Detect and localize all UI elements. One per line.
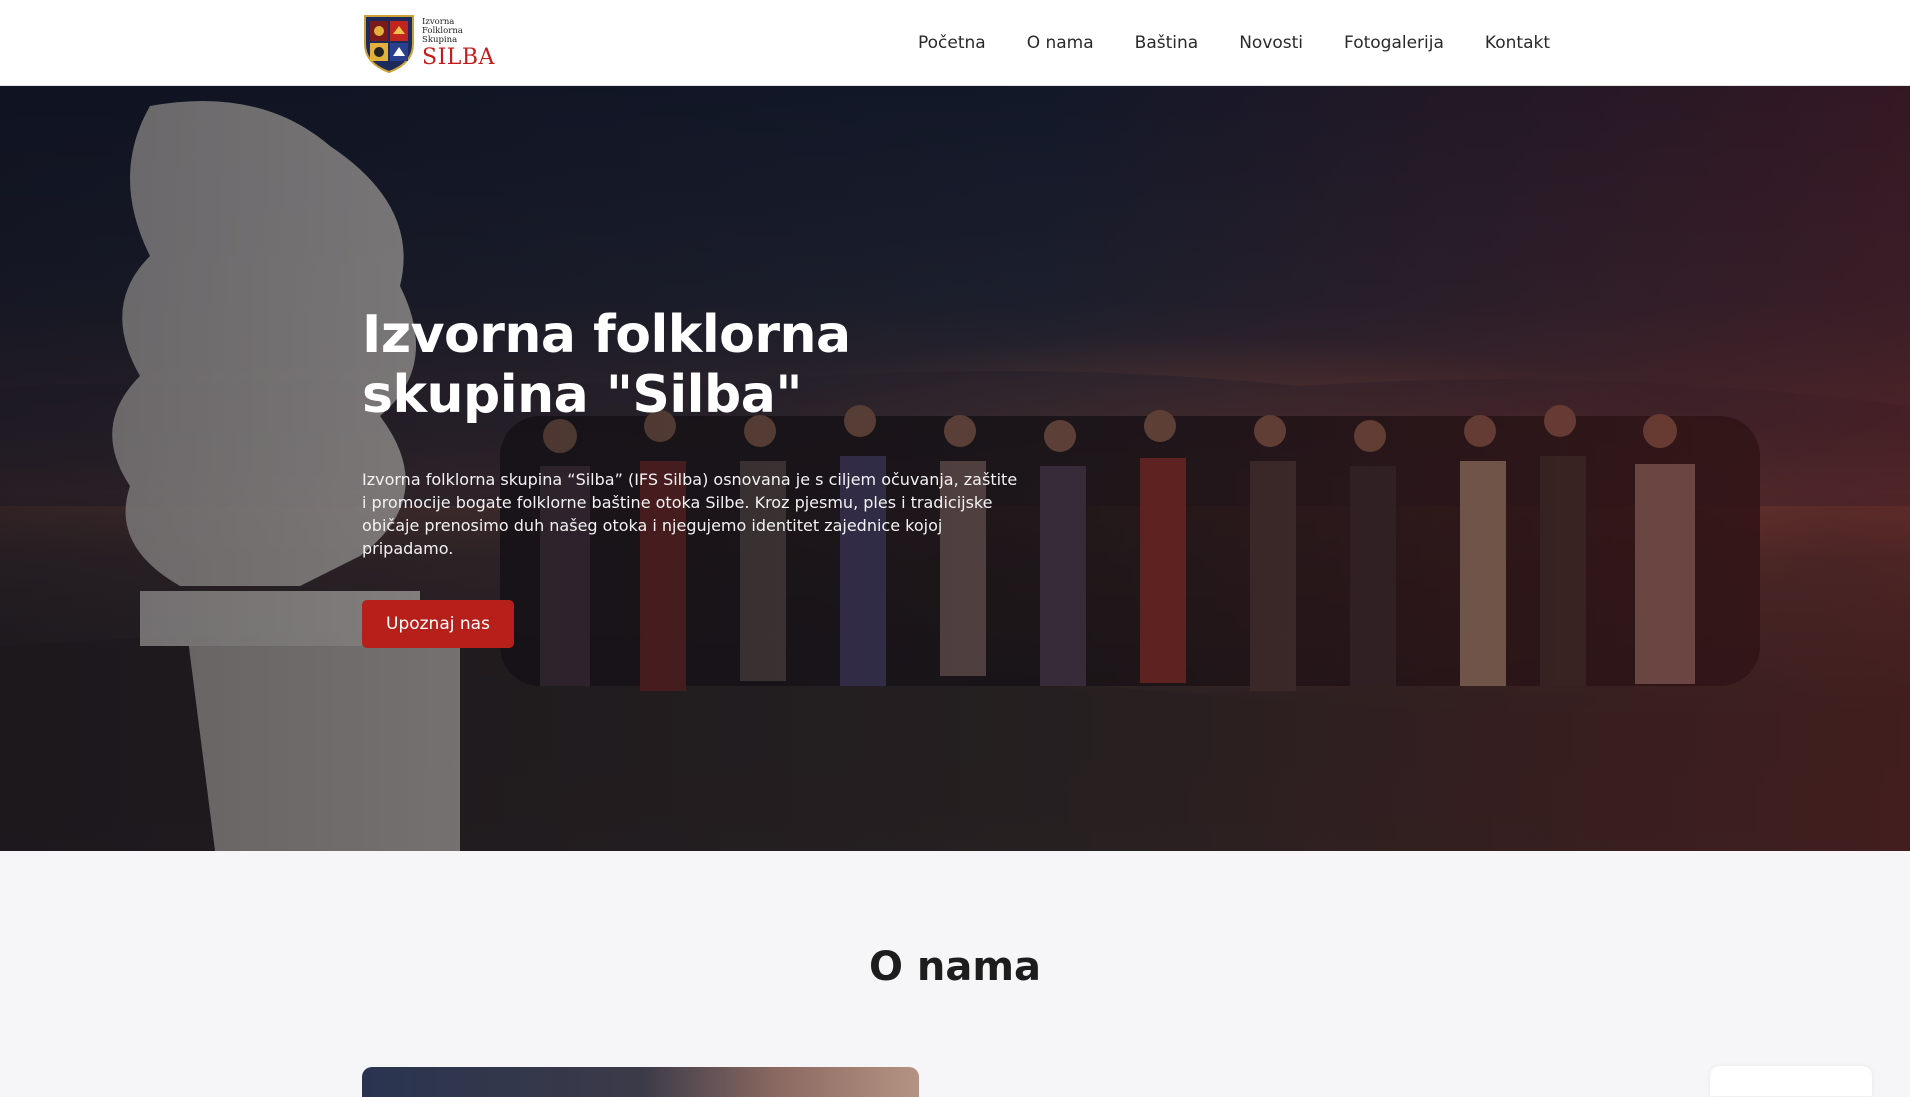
section-title-o-nama: O nama <box>868 944 1042 990</box>
nav-link-kontakt[interactable]: Kontakt <box>1485 33 1550 53</box>
nav-link-pocetna[interactable]: Početna <box>918 33 986 53</box>
hero-section: Izvorna folklorna skupina "Silba" Izvorn… <box>0 86 1910 851</box>
site-header: Izvorna Folklorna Skupina SILBA Početna … <box>0 0 1910 86</box>
nav-link-novosti[interactable]: Novosti <box>1239 33 1303 53</box>
hero-content: Izvorna folklorna skupina "Silba" Izvorn… <box>362 305 1042 648</box>
logo-name: SILBA <box>422 44 495 70</box>
side-card <box>1710 1066 1872 1096</box>
coat-of-arms-icon <box>364 15 414 74</box>
about-image <box>362 1067 919 1097</box>
hero-title: Izvorna folklorna skupina "Silba" <box>362 305 851 425</box>
hero-description: Izvorna folklorna skupina “Silba” (IFS S… <box>362 469 1018 558</box>
upoznaj-nas-button[interactable]: Upoznaj nas <box>362 599 514 648</box>
main-nav: Početna O nama Baština Novosti Fotogaler… <box>918 0 1550 86</box>
nav-link-fotogalerija[interactable]: Fotogalerija <box>1344 33 1444 53</box>
logo-line: Skupina <box>422 34 458 45</box>
nav-link-o-nama[interactable]: O nama <box>1027 33 1094 53</box>
nav-link-bastina[interactable]: Baština <box>1135 33 1199 53</box>
site-logo[interactable]: Izvorna Folklorna Skupina SILBA <box>362 12 502 74</box>
logo-text: Izvorna Folklorna Skupina SILBA <box>422 17 495 70</box>
